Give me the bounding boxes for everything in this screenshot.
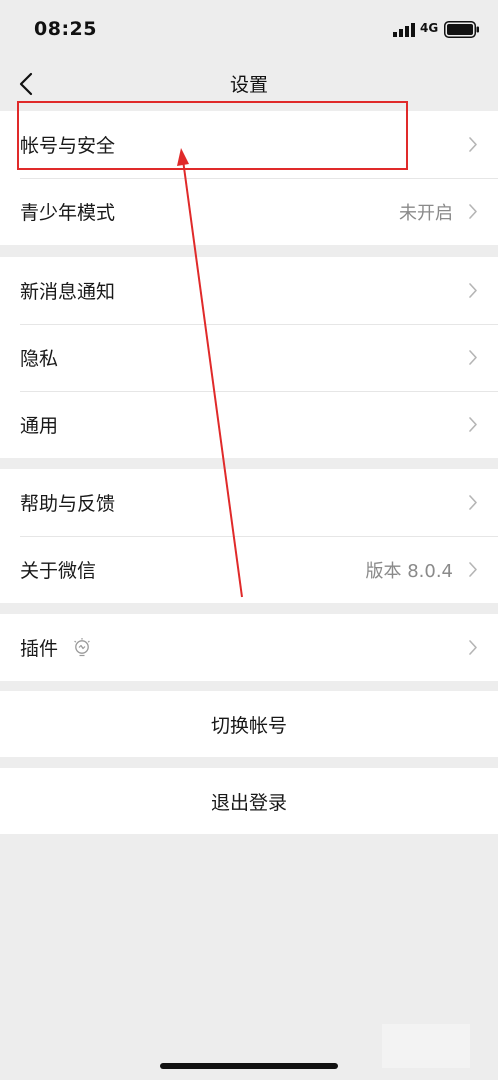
row-label: 隐私: [20, 348, 59, 370]
about-wechat-row[interactable]: 关于微信 版本 8.0.4: [0, 536, 498, 603]
signal-icon: [393, 23, 415, 37]
nav-bar: 设置: [0, 58, 498, 110]
privacy-row[interactable]: 隐私: [0, 324, 498, 391]
battery-icon: [444, 21, 479, 38]
chevron-right-icon: [469, 640, 477, 655]
general-row[interactable]: 通用: [0, 391, 498, 458]
settings-group-plugins: 插件: [0, 614, 498, 681]
settings-group-general: 新消息通知 隐私 通用: [0, 257, 498, 458]
settings-group-account: 帐号与安全 青少年模式 未开启: [0, 111, 498, 245]
row-label: 帮助与反馈: [20, 493, 116, 515]
row-label: 新消息通知: [20, 281, 116, 303]
chevron-right-icon: [469, 417, 477, 432]
status-bar: 08:25 4G: [0, 0, 498, 58]
chevron-right-icon: [469, 495, 477, 510]
row-label: 关于微信: [20, 560, 97, 582]
logout-group: 退出登录: [0, 768, 498, 834]
switch-account-button[interactable]: 切换帐号: [0, 691, 498, 757]
chevron-right-icon: [469, 204, 477, 219]
switch-account-group: 切换帐号: [0, 691, 498, 757]
teen-mode-row[interactable]: 青少年模式 未开启: [0, 178, 498, 245]
row-label: 通用: [20, 415, 59, 437]
switch-account-label: 切换帐号: [210, 715, 287, 737]
notifications-row[interactable]: 新消息通知: [0, 257, 498, 324]
settings-group-about: 帮助与反馈 关于微信 版本 8.0.4: [0, 469, 498, 603]
chevron-right-icon: [469, 137, 477, 152]
version-text: 版本 8.0.4: [365, 561, 453, 582]
network-type: 4G: [420, 21, 439, 35]
account-security-row[interactable]: 帐号与安全: [0, 111, 498, 178]
plugins-row[interactable]: 插件: [0, 614, 498, 681]
chevron-right-icon: [469, 562, 477, 577]
page-title: 设置: [229, 74, 268, 96]
row-label: 插件: [20, 638, 59, 660]
teen-mode-status: 未开启: [399, 203, 453, 224]
help-feedback-row[interactable]: 帮助与反馈: [0, 469, 498, 536]
row-label: 帐号与安全: [20, 135, 116, 157]
chevron-right-icon: [469, 350, 477, 365]
logout-button[interactable]: 退出登录: [0, 768, 498, 834]
chevron-right-icon: [469, 283, 477, 298]
logout-label: 退出登录: [210, 792, 287, 814]
home-indicator: [160, 1063, 338, 1069]
lightbulb-icon: [74, 638, 90, 657]
row-label: 青少年模式: [20, 202, 116, 224]
status-time: 08:25: [34, 18, 97, 40]
watermark: [382, 1024, 470, 1068]
